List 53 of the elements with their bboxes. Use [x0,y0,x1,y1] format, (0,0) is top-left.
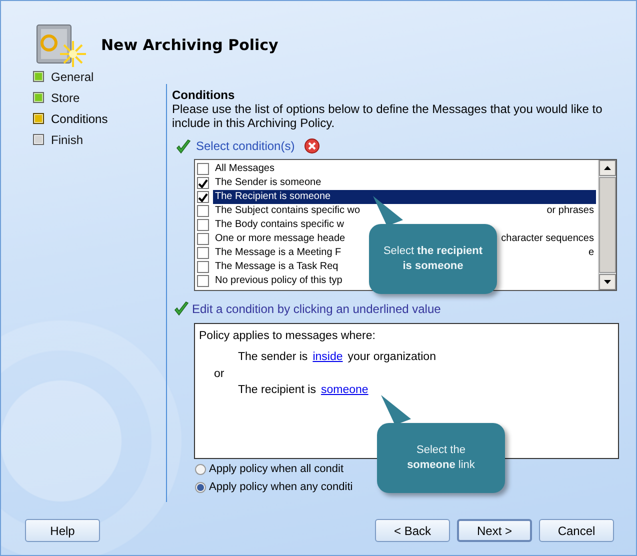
condition-option[interactable]: The Body contains specific w [213,218,346,232]
condition-text: The recipient is [238,384,316,396]
value-link[interactable]: inside [312,351,343,363]
condition-option[interactable]: No previous policy of this typ [213,274,344,288]
checkbox[interactable] [197,205,209,217]
checkbox[interactable] [197,261,209,273]
radio-button[interactable] [195,464,206,474]
wizard-step[interactable]: General [51,70,94,84]
wizard-button[interactable]: Cancel [539,519,614,542]
condition-option[interactable]: e [586,246,596,260]
condition-option[interactable]: The Message is a Task Req [213,260,340,274]
checkbox[interactable] [197,219,209,231]
callout-text: Select the recipient is someone [383,244,483,274]
condition-option[interactable]: The Sender is someone [213,176,324,190]
condition-text: The sender is [238,351,308,363]
wizard-button[interactable]: Next > [457,519,532,542]
checkbox[interactable] [197,247,209,259]
wizard-button[interactable]: < Back [375,519,450,542]
section-description: Please use the list of options below to define the Messages that you would like to include in this Archiving Policy. [172,102,604,130]
callout-text: Select the someone link [406,443,476,473]
condition-option[interactable]: The Subject contains specific wo [213,204,362,218]
edit-condition-hint: Edit a condition by clicking an underlined value [192,302,441,316]
wizard-step[interactable]: Conditions [51,112,108,126]
close-icon[interactable] [304,138,320,154]
scrollbar[interactable] [598,160,616,290]
window-title: New Archiving Policy [101,36,278,54]
select-conditions-link[interactable]: Select condition(s) [196,139,295,153]
checkmark-icon [176,138,191,154]
checkbox[interactable] [197,233,209,245]
down-arrow-icon [603,279,612,285]
checkbox[interactable] [197,177,209,189]
help-button[interactable]: Help [25,519,100,542]
radio-label[interactable]: Apply policy when all condit [209,463,344,475]
checkbox[interactable] [197,275,209,287]
condition-text: your organization [348,351,436,363]
checkmark-icon [174,301,189,316]
value-link[interactable]: someone [320,384,368,396]
operator-text: or [214,368,224,380]
wizard-step[interactable]: Finish [51,132,84,146]
checkbox[interactable] [197,163,209,175]
condition-option[interactable]: One or more message heade [213,232,348,246]
radio-button[interactable] [195,482,206,492]
condition-option[interactable]: or phrases [544,204,596,218]
policy-heading: Policy applies to messages where: [199,330,376,342]
condition-option[interactable]: The Message is a Meeting F [213,246,344,260]
wizard-step[interactable]: Store [51,90,80,104]
condition-option[interactable]: character sequences [499,232,596,246]
condition-option[interactable]: All Messages [213,162,276,176]
up-arrow-icon [603,165,612,171]
condition-option[interactable]: The Recipient is someone [213,190,596,204]
checkbox[interactable] [197,191,209,203]
radio-label[interactable]: Apply policy when any conditi [209,481,353,493]
section-heading: Conditions [172,88,236,102]
